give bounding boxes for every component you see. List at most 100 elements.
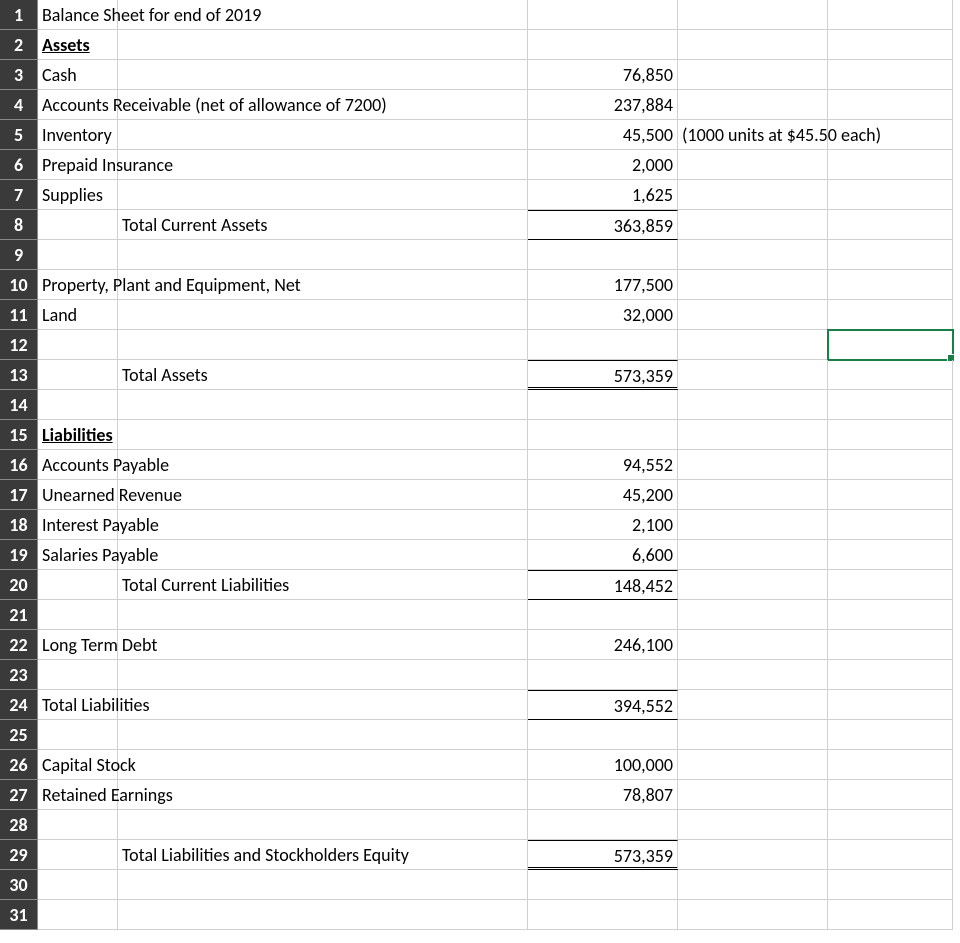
cell-b[interactable]: Interest Payable (38, 510, 118, 540)
cell-f[interactable] (828, 540, 953, 570)
cell-d[interactable] (528, 0, 678, 30)
cell-d[interactable] (528, 720, 678, 750)
cell-f[interactable] (828, 870, 953, 900)
cell-b[interactable]: Total Liabilities (38, 690, 118, 720)
cell-b[interactable]: Property, Plant and Equipment, Net (38, 270, 118, 300)
cell-e[interactable] (678, 90, 828, 120)
row-header[interactable]: 4 (0, 90, 38, 120)
cell-f[interactable] (828, 90, 953, 120)
row-header[interactable]: 18 (0, 510, 38, 540)
cell-c[interactable] (118, 750, 528, 780)
cell-d[interactable]: 2,100 (528, 510, 678, 540)
row-header[interactable]: 31 (0, 900, 38, 930)
cell-e[interactable] (678, 270, 828, 300)
row-header[interactable]: 30 (0, 870, 38, 900)
cell-e[interactable] (678, 390, 828, 420)
row-header[interactable]: 23 (0, 660, 38, 690)
cell-e[interactable] (678, 240, 828, 270)
row-header[interactable]: 8 (0, 210, 38, 240)
cell-f[interactable] (828, 690, 953, 720)
cell-e[interactable] (678, 900, 828, 930)
row-header[interactable]: 17 (0, 480, 38, 510)
cell-f[interactable] (828, 0, 953, 30)
cell-d[interactable] (528, 30, 678, 60)
cell-e[interactable] (678, 810, 828, 840)
cell-e[interactable] (678, 510, 828, 540)
row-header[interactable]: 2 (0, 30, 38, 60)
cell-d[interactable]: 76,850 (528, 60, 678, 90)
cell-d[interactable] (528, 900, 678, 930)
cell-c[interactable] (118, 510, 528, 540)
cell-f[interactable] (828, 390, 953, 420)
cell-e[interactable] (678, 180, 828, 210)
cell-c[interactable] (118, 660, 528, 690)
cell-c[interactable] (118, 300, 528, 330)
cell-c[interactable] (118, 600, 528, 630)
cell-b[interactable]: Long Term Debt (38, 630, 118, 660)
cell-d[interactable]: 237,884 (528, 90, 678, 120)
cell-e[interactable] (678, 300, 828, 330)
cell-e[interactable] (678, 870, 828, 900)
cell-b[interactable]: Balance Sheet for end of 2019 (38, 0, 118, 30)
cell-b[interactable] (38, 390, 118, 420)
cell-f[interactable] (828, 570, 953, 600)
cell-b[interactable]: Inventory (38, 120, 118, 150)
cell-d[interactable]: 363,859 (528, 210, 678, 240)
cell-f[interactable] (828, 630, 953, 660)
cell-f[interactable] (828, 420, 953, 450)
cell-f[interactable] (828, 150, 953, 180)
cell-f[interactable] (828, 750, 953, 780)
cell-d[interactable]: 573,359 (528, 360, 678, 390)
cell-b[interactable]: Supplies (38, 180, 118, 210)
cell-c[interactable] (118, 690, 528, 720)
row-header[interactable]: 27 (0, 780, 38, 810)
cell-d[interactable]: 573,359 (528, 840, 678, 870)
cell-b[interactable] (38, 570, 118, 600)
cell-d[interactable]: 45,500 (528, 120, 678, 150)
row-header[interactable]: 28 (0, 810, 38, 840)
row-header[interactable]: 29 (0, 840, 38, 870)
cell-b[interactable]: Assets (38, 30, 118, 60)
cell-e[interactable] (678, 450, 828, 480)
cell-e[interactable] (678, 780, 828, 810)
cell-b[interactable] (38, 810, 118, 840)
cell-d[interactable] (528, 240, 678, 270)
cell-e[interactable] (678, 420, 828, 450)
row-header[interactable]: 5 (0, 120, 38, 150)
cell-e[interactable] (678, 30, 828, 60)
cell-e[interactable] (678, 750, 828, 780)
cell-f[interactable] (828, 240, 953, 270)
cell-c[interactable]: Total Current Liabilities (118, 570, 528, 600)
cell-c[interactable] (118, 540, 528, 570)
cell-b[interactable]: Liabilities (38, 420, 118, 450)
cell-d[interactable] (528, 390, 678, 420)
cell-d[interactable]: 148,452 (528, 570, 678, 600)
cell-e[interactable] (678, 840, 828, 870)
cell-b[interactable] (38, 840, 118, 870)
cell-c[interactable] (118, 900, 528, 930)
cell-e[interactable] (678, 660, 828, 690)
row-header[interactable]: 24 (0, 690, 38, 720)
cell-b[interactable]: Unearned Revenue (38, 480, 118, 510)
cell-d[interactable]: 32,000 (528, 300, 678, 330)
cell-e[interactable] (678, 150, 828, 180)
cell-e[interactable] (678, 480, 828, 510)
cell-e[interactable] (678, 60, 828, 90)
cell-b[interactable]: Retained Earnings (38, 780, 118, 810)
row-header[interactable]: 21 (0, 600, 38, 630)
cell-d[interactable] (528, 810, 678, 840)
cell-f[interactable] (828, 900, 953, 930)
cell-c[interactable] (118, 180, 528, 210)
cell-d[interactable]: 78,807 (528, 780, 678, 810)
row-header[interactable]: 1 (0, 0, 38, 30)
cell-b[interactable] (38, 870, 118, 900)
cell-c[interactable] (118, 420, 528, 450)
cell-e[interactable] (678, 630, 828, 660)
row-header[interactable]: 9 (0, 240, 38, 270)
row-header[interactable]: 26 (0, 750, 38, 780)
cell-e[interactable] (678, 360, 828, 390)
cell-e[interactable] (678, 570, 828, 600)
cell-b[interactable]: Cash (38, 60, 118, 90)
row-header[interactable]: 19 (0, 540, 38, 570)
cell-f[interactable] (828, 660, 953, 690)
